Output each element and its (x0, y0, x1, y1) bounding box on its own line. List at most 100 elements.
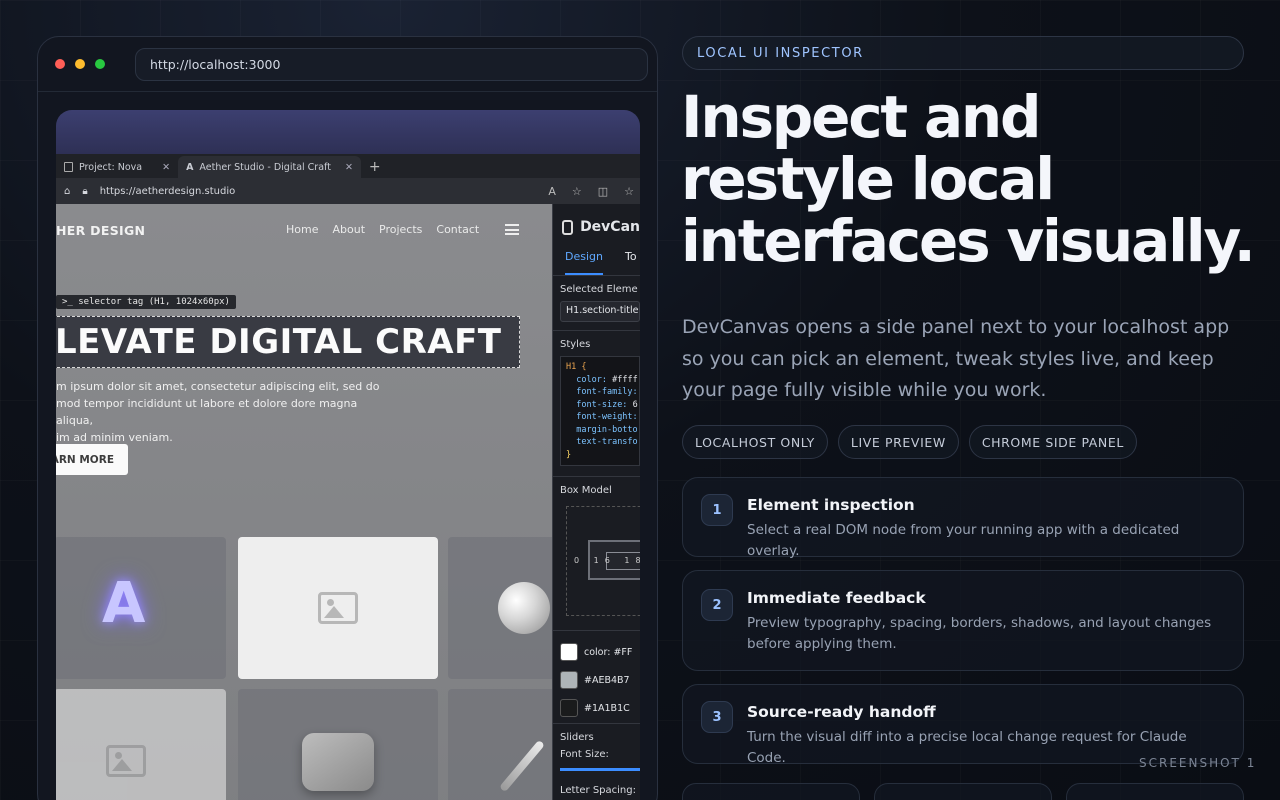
code-prop: font-family: (576, 387, 638, 397)
nav-about[interactable]: About (332, 223, 365, 236)
bottom-card (1066, 783, 1244, 800)
nav-projects[interactable]: Projects (379, 223, 422, 236)
close-tab-icon[interactable]: ✕ (162, 162, 170, 173)
selected-element-field[interactable]: H1.section-title (560, 301, 640, 322)
color-swatch[interactable] (560, 671, 578, 689)
box-value: 0 (574, 556, 586, 565)
gallery-card-logo[interactable]: A (56, 537, 226, 679)
step-badge: 3 (701, 701, 733, 733)
code-close: } (566, 449, 572, 460)
close-tab-icon[interactable]: ✕ (345, 162, 353, 173)
box-model-diagram[interactable]: 0 16 18 (560, 502, 640, 622)
feature-desc: Preview typography, spacing, borders, sh… (747, 615, 1212, 652)
inner-address-bar: ⌂ 🔒︎ https://aetherdesign.studio A ☆ ◫ ☆ (56, 178, 640, 204)
feature-title: Immediate feedback (747, 589, 926, 607)
screenshot-header-band (56, 110, 640, 154)
devcanvas-header: DevCan (553, 204, 640, 250)
favorite-star-icon[interactable]: ☆ (572, 185, 582, 198)
inner-tab-nova[interactable]: Project: Nova ✕ (56, 156, 178, 178)
address-bar[interactable]: http://localhost:3000 (135, 47, 648, 81)
minimize-window-dot[interactable] (75, 59, 85, 69)
selected-element-overlay[interactable]: LEVATE DIGITAL CRAFT (56, 316, 520, 368)
sliders-label: Sliders (560, 732, 594, 743)
tab-tokens[interactable]: To (625, 250, 637, 275)
chip-localhost-only: LOCALHOST ONLY (682, 425, 828, 459)
code-prop: color: (576, 374, 607, 385)
feature-card-handoff: 3 Source-ready handoff Turn the visual d… (682, 684, 1244, 766)
code-prop: margin-botto (576, 424, 638, 435)
aether-logo-icon: A (102, 571, 146, 636)
read-aloud-icon[interactable]: A (548, 185, 556, 198)
maximize-window-dot[interactable] (95, 59, 105, 69)
gallery-card-orb[interactable] (448, 537, 552, 679)
headline: Inspect and restyle local interfaces vis… (681, 83, 1256, 275)
nav-home[interactable]: Home (286, 223, 318, 236)
menu-icon[interactable] (505, 224, 519, 235)
chip-chrome-side-panel: CHROME SIDE PANEL (968, 425, 1137, 459)
browser-titlebar: http://localhost:3000 (38, 37, 657, 92)
aether-logo-icon: A (186, 161, 194, 173)
gallery-card-wand[interactable] (448, 689, 552, 800)
bottom-card (874, 783, 1052, 800)
font-size-label: Font Size: (560, 749, 609, 760)
screenshot-label: SCREENSHOT 1 (1139, 756, 1257, 770)
gallery-card-image[interactable] (238, 537, 438, 679)
browser-window: http://localhost:3000 Project: Nova ✕ A … (37, 36, 658, 800)
site-logo[interactable]: HER DESIGN (56, 223, 145, 238)
devcanvas-tabs: Design To (553, 250, 640, 276)
home-icon[interactable]: ⌂ (64, 186, 70, 197)
box-model-label: Box Model (560, 485, 612, 496)
color-value: #1A1B1C (584, 702, 630, 714)
code-prop: font-weight: (576, 412, 638, 422)
new-tab-icon[interactable]: + (369, 156, 381, 178)
inner-tab-label: Project: Nova (79, 161, 143, 173)
split-screen-icon[interactable]: ◫ (598, 185, 608, 198)
app-screenshot: Project: Nova ✕ A Aether Studio - Digita… (56, 110, 640, 800)
color-swatch[interactable] (560, 699, 578, 717)
color-value: color: #FF (584, 646, 633, 658)
learn-more-button[interactable]: ARN MORE (56, 444, 128, 475)
framed-image-icon (302, 733, 374, 791)
address-actions: A ☆ ◫ ☆ (548, 185, 640, 198)
step-badge: 2 (701, 589, 733, 621)
feature-card-feedback: 2 Immediate feedback Preview typography,… (682, 570, 1244, 671)
code-selector: H1 { (566, 362, 587, 372)
color-row[interactable]: color: #FF (560, 639, 640, 665)
gallery-card-image[interactable] (56, 689, 226, 800)
styles-section: Styles H1 { color: #ffff font-family: fo… (553, 331, 640, 477)
code-val: 6 (632, 399, 638, 410)
styles-code-editor[interactable]: H1 { color: #ffff font-family: font-size… (560, 356, 640, 466)
lock-icon: 🔒︎ (82, 185, 88, 197)
selected-element-label: Selected Eleme (560, 284, 638, 295)
devcanvas-title: DevCan (580, 219, 640, 235)
sliders-section: Sliders Font Size: Letter Spacing: (553, 724, 640, 800)
feature-title: Element inspection (747, 496, 915, 514)
feature-title: Source-ready handoff (747, 703, 936, 721)
favorites-icon[interactable]: ☆ (624, 185, 634, 198)
nav-contact[interactable]: Contact (436, 223, 479, 236)
devcanvas-logo-icon (562, 219, 574, 235)
box-value: 18 (624, 556, 640, 565)
image-placeholder-icon (318, 592, 358, 624)
inner-tab-label: Aether Studio - Digital Craft (199, 161, 331, 173)
code-prop: font-size: (576, 399, 628, 410)
inner-tab-aether[interactable]: A Aether Studio - Digital Craft ✕ (178, 156, 361, 178)
inner-tabstrip: Project: Nova ✕ A Aether Studio - Digita… (56, 154, 640, 178)
color-swatch[interactable] (560, 643, 578, 661)
color-row[interactable]: #1A1B1C (560, 695, 640, 721)
close-window-dot[interactable] (55, 59, 65, 69)
color-value: #AEB4B7 (584, 674, 630, 686)
font-size-slider[interactable] (560, 768, 640, 771)
color-row[interactable]: #AEB4B7 (560, 667, 640, 693)
orb-icon (498, 582, 550, 634)
tab-design[interactable]: Design (565, 250, 603, 275)
hero-title: LEVATE DIGITAL CRAFT (56, 322, 502, 362)
code-val: #ffff (612, 374, 638, 385)
hero-body-text: m ipsum dolor sit amet, consectetur adip… (56, 380, 380, 444)
gallery-card-framed[interactable] (238, 689, 438, 800)
page-icon (64, 162, 73, 172)
styles-label: Styles (560, 339, 591, 350)
letter-spacing-label: Letter Spacing: (560, 785, 636, 796)
inner-url[interactable]: https://aetherdesign.studio (100, 186, 236, 197)
bottom-card (682, 783, 860, 800)
